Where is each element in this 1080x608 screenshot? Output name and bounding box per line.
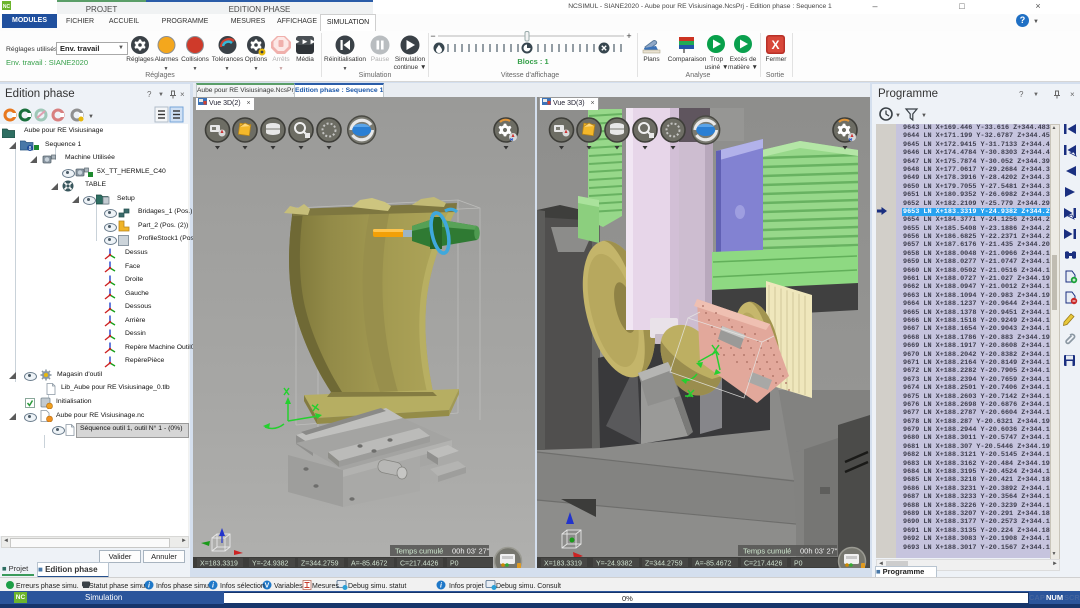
svg-text:X=183.3319: X=183.3319 xyxy=(200,561,238,568)
svg-text:8: 8 xyxy=(29,146,32,151)
svg-text:P0: P0 xyxy=(794,561,803,568)
svg-text:Z=344.2759: Z=344.2759 xyxy=(301,561,339,568)
svg-text:00h 03' 27": 00h 03' 27" xyxy=(800,547,838,556)
svg-text:C=217.4426: C=217.4426 xyxy=(744,561,782,568)
svg-text:C=217.4426: C=217.4426 xyxy=(400,561,438,568)
svg-text:+: + xyxy=(626,31,631,41)
svg-text:Y=-24.9382: Y=-24.9382 xyxy=(252,561,288,568)
svg-text:►►►: ►►► xyxy=(293,37,317,46)
svg-text:A=-85.4672: A=-85.4672 xyxy=(695,561,731,568)
svg-text:Temps cumulé: Temps cumulé xyxy=(743,547,791,556)
svg-text:▼: ▼ xyxy=(895,113,901,119)
svg-text:X: X xyxy=(771,38,779,52)
svg-text:Y=-24.9382: Y=-24.9382 xyxy=(596,561,632,568)
svg-text:Z=344.2759: Z=344.2759 xyxy=(645,561,683,568)
svg-text:V: V xyxy=(265,583,270,590)
svg-text:Temps cumulé: Temps cumulé xyxy=(395,547,443,556)
svg-text:▼: ▼ xyxy=(88,114,94,120)
svg-text:A=-85.4672: A=-85.4672 xyxy=(351,561,387,568)
svg-text:▼: ▼ xyxy=(921,113,927,119)
svg-text:−: − xyxy=(430,31,435,41)
svg-text:X=183.3319: X=183.3319 xyxy=(544,561,582,568)
svg-text:00h 03' 27": 00h 03' 27" xyxy=(452,547,490,556)
svg-text:P0: P0 xyxy=(450,561,459,568)
